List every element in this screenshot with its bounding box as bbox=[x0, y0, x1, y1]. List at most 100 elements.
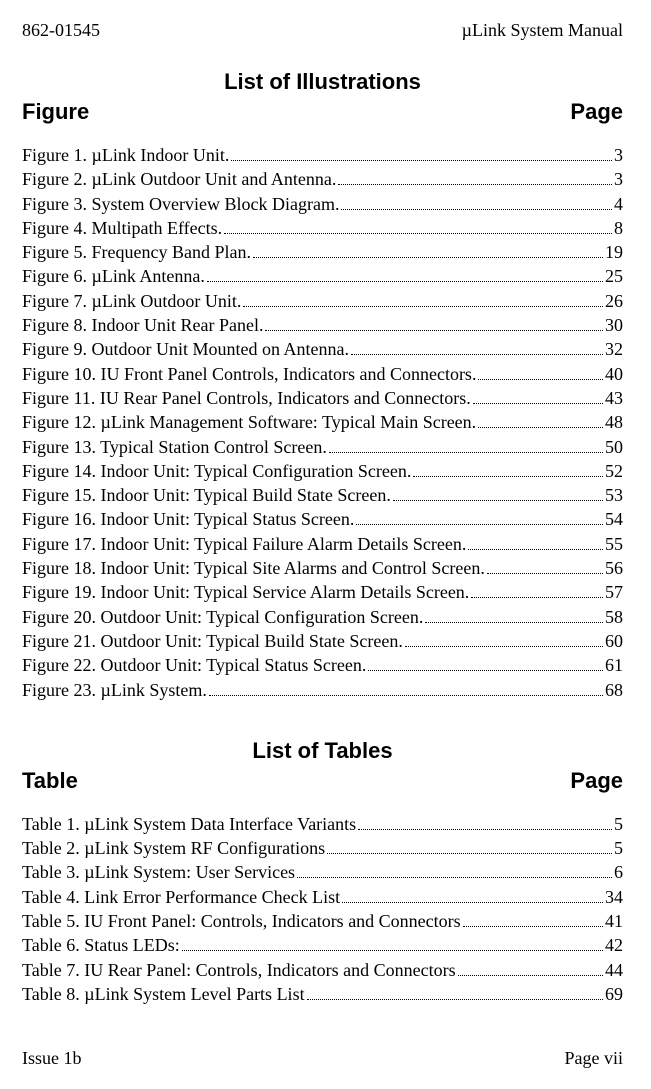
toc-entry-label: Figure 8. Indoor Unit Rear Panel. bbox=[22, 313, 263, 337]
toc-row: Figure 3. System Overview Block Diagram.… bbox=[22, 192, 623, 216]
toc-row: Figure 9. Outdoor Unit Mounted on Antenn… bbox=[22, 337, 623, 361]
toc-row: Figure 12. µLink Management Software: Ty… bbox=[22, 410, 623, 434]
toc-entry-page: 55 bbox=[605, 532, 623, 556]
toc-leader-dots bbox=[478, 427, 603, 428]
toc-row: Figure 21. Outdoor Unit: Typical Build S… bbox=[22, 629, 623, 653]
toc-entry-page: 48 bbox=[605, 410, 623, 434]
toc-entry-label: Table 8. µLink System Level Parts List bbox=[22, 982, 305, 1006]
page-footer: Issue 1b Page vii bbox=[22, 1048, 623, 1069]
toc-entry-label: Figure 13. Typical Station Control Scree… bbox=[22, 435, 327, 459]
toc-leader-dots bbox=[209, 695, 603, 696]
toc-leader-dots bbox=[463, 926, 603, 927]
toc-entry-page: 19 bbox=[605, 240, 623, 264]
illustrations-list: Figure 1. µLink Indoor Unit.3Figure 2. µ… bbox=[22, 143, 623, 702]
page-header: 862-01545 µLink System Manual bbox=[22, 20, 623, 41]
toc-entry-page: 26 bbox=[605, 289, 623, 313]
toc-row: Figure 1. µLink Indoor Unit.3 bbox=[22, 143, 623, 167]
toc-leader-dots bbox=[478, 379, 603, 380]
toc-entry-page: 56 bbox=[605, 556, 623, 580]
illustrations-column-heads: Figure Page bbox=[22, 99, 623, 125]
toc-entry-page: 8 bbox=[614, 216, 623, 240]
toc-entry-label: Figure 16. Indoor Unit: Typical Status S… bbox=[22, 507, 354, 531]
toc-row: Figure 23. µLink System.68 bbox=[22, 678, 623, 702]
toc-leader-dots bbox=[473, 403, 603, 404]
toc-entry-page: 3 bbox=[614, 167, 623, 191]
toc-row: Table 5. IU Front Panel: Controls, Indic… bbox=[22, 909, 623, 933]
toc-row: Figure 11. IU Rear Panel Controls, Indic… bbox=[22, 386, 623, 410]
toc-leader-dots bbox=[265, 330, 603, 331]
toc-row: Table 8. µLink System Level Parts List 69 bbox=[22, 982, 623, 1006]
toc-row: Figure 2. µLink Outdoor Unit and Antenna… bbox=[22, 167, 623, 191]
toc-leader-dots bbox=[253, 257, 603, 258]
toc-entry-label: Figure 19. Indoor Unit: Typical Service … bbox=[22, 580, 469, 604]
toc-row: Figure 10. IU Front Panel Controls, Indi… bbox=[22, 362, 623, 386]
toc-entry-page: 32 bbox=[605, 337, 623, 361]
toc-entry-label: Figure 6. µLink Antenna. bbox=[22, 264, 205, 288]
toc-leader-dots bbox=[468, 549, 603, 550]
toc-entry-page: 54 bbox=[605, 507, 623, 531]
toc-entry-label: Figure 15. Indoor Unit: Typical Build St… bbox=[22, 483, 391, 507]
toc-leader-dots bbox=[342, 902, 603, 903]
toc-entry-page: 3 bbox=[614, 143, 623, 167]
toc-entry-label: Table 1. µLink System Data Interface Var… bbox=[22, 812, 356, 836]
toc-entry-label: Table 5. IU Front Panel: Controls, Indic… bbox=[22, 909, 461, 933]
toc-entry-label: Figure 9. Outdoor Unit Mounted on Antenn… bbox=[22, 337, 349, 361]
toc-row: Figure 15. Indoor Unit: Typical Build St… bbox=[22, 483, 623, 507]
toc-leader-dots bbox=[231, 160, 612, 161]
toc-row: Figure 17. Indoor Unit: Typical Failure … bbox=[22, 532, 623, 556]
toc-entry-label: Figure 4. Multipath Effects. bbox=[22, 216, 222, 240]
toc-entry-page: 43 bbox=[605, 386, 623, 410]
toc-leader-dots bbox=[243, 306, 603, 307]
toc-entry-page: 5 bbox=[614, 836, 623, 860]
toc-leader-dots bbox=[471, 597, 603, 598]
toc-entry-label: Figure 5. Frequency Band Plan. bbox=[22, 240, 251, 264]
toc-entry-page: 41 bbox=[605, 909, 623, 933]
toc-entry-page: 68 bbox=[605, 678, 623, 702]
toc-entry-page: 44 bbox=[605, 958, 623, 982]
toc-entry-page: 5 bbox=[614, 812, 623, 836]
toc-row: Table 2. µLink System RF Configurations 5 bbox=[22, 836, 623, 860]
toc-entry-page: 25 bbox=[605, 264, 623, 288]
toc-row: Table 7. IU Rear Panel: Controls, Indica… bbox=[22, 958, 623, 982]
tables-column-heads: Table Page bbox=[22, 768, 623, 794]
toc-entry-label: Figure 7. µLink Outdoor Unit. bbox=[22, 289, 241, 313]
toc-leader-dots bbox=[351, 354, 603, 355]
toc-entry-page: 34 bbox=[605, 885, 623, 909]
toc-entry-label: Figure 20. Outdoor Unit: Typical Configu… bbox=[22, 605, 423, 629]
toc-leader-dots bbox=[368, 670, 603, 671]
toc-entry-page: 6 bbox=[614, 860, 623, 884]
toc-entry-label: Table 2. µLink System RF Configurations bbox=[22, 836, 325, 860]
toc-entry-page: 57 bbox=[605, 580, 623, 604]
toc-entry-label: Figure 11. IU Rear Panel Controls, Indic… bbox=[22, 386, 471, 410]
toc-entry-label: Figure 2. µLink Outdoor Unit and Antenna… bbox=[22, 167, 336, 191]
toc-row: Figure 20. Outdoor Unit: Typical Configu… bbox=[22, 605, 623, 629]
toc-leader-dots bbox=[405, 646, 603, 647]
toc-entry-label: Table 6. Status LEDs: bbox=[22, 933, 180, 957]
tables-title: List of Tables bbox=[22, 738, 623, 764]
toc-row: Figure 5. Frequency Band Plan. 19 bbox=[22, 240, 623, 264]
toc-row: Figure 7. µLink Outdoor Unit. 26 bbox=[22, 289, 623, 313]
toc-leader-dots bbox=[207, 281, 603, 282]
toc-entry-page: 52 bbox=[605, 459, 623, 483]
toc-entry-label: Figure 10. IU Front Panel Controls, Indi… bbox=[22, 362, 476, 386]
toc-leader-dots bbox=[413, 476, 603, 477]
toc-entry-label: Figure 21. Outdoor Unit: Typical Build S… bbox=[22, 629, 403, 653]
toc-row: Figure 22. Outdoor Unit: Typical Status … bbox=[22, 653, 623, 677]
toc-leader-dots bbox=[487, 573, 603, 574]
footer-left: Issue 1b bbox=[22, 1048, 82, 1069]
toc-entry-label: Figure 14. Indoor Unit: Typical Configur… bbox=[22, 459, 411, 483]
illustrations-title: List of Illustrations bbox=[22, 69, 623, 95]
toc-entry-page: 69 bbox=[605, 982, 623, 1006]
toc-entry-page: 53 bbox=[605, 483, 623, 507]
toc-leader-dots bbox=[329, 452, 603, 453]
toc-leader-dots bbox=[458, 975, 603, 976]
toc-entry-label: Figure 3. System Overview Block Diagram. bbox=[22, 192, 339, 216]
toc-leader-dots bbox=[338, 184, 612, 185]
toc-entry-label: Table 4. Link Error Performance Check Li… bbox=[22, 885, 340, 909]
figure-col-head: Figure bbox=[22, 99, 89, 125]
toc-leader-dots bbox=[327, 853, 612, 854]
toc-leader-dots bbox=[358, 829, 612, 830]
toc-entry-label: Figure 22. Outdoor Unit: Typical Status … bbox=[22, 653, 366, 677]
toc-leader-dots bbox=[307, 999, 603, 1000]
footer-right: Page vii bbox=[565, 1048, 624, 1069]
